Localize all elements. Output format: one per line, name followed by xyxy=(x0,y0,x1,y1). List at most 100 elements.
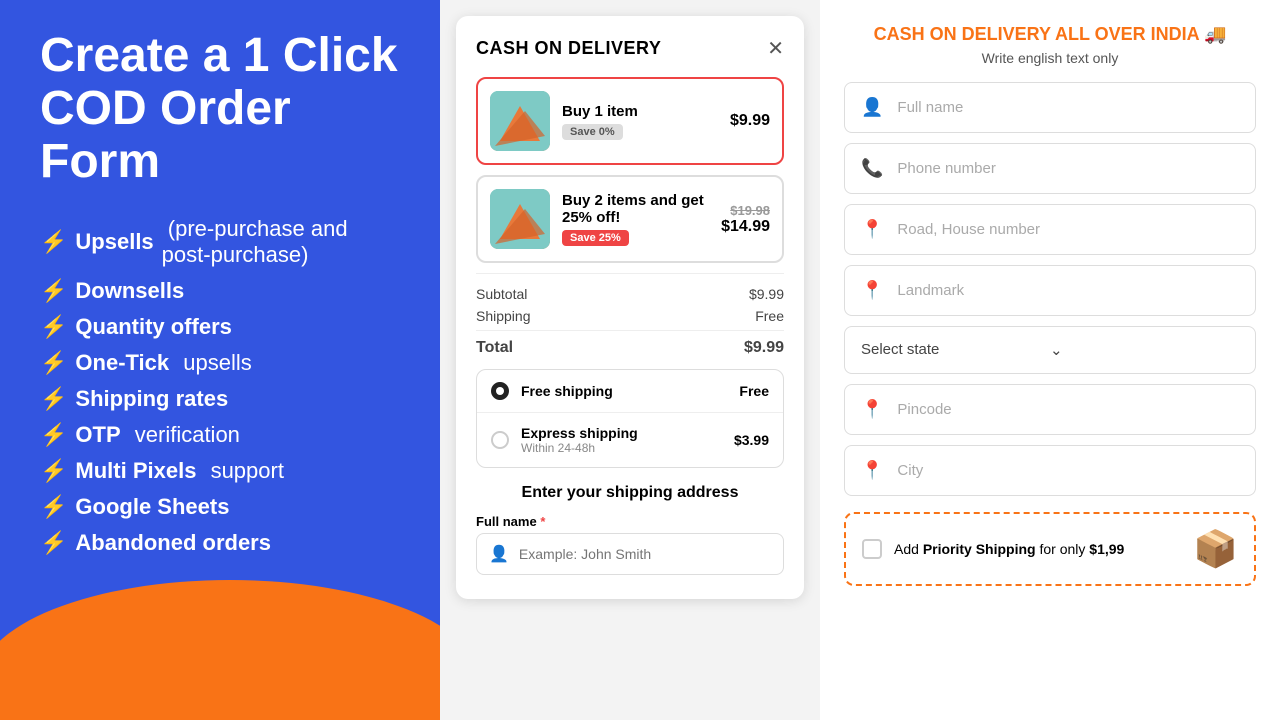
location-icon-3: 📍 xyxy=(861,399,883,420)
bolt-icon: ⚡ xyxy=(40,278,67,304)
bolt-icon: ⚡ xyxy=(40,229,67,255)
product-info-1: Buy 1 item Save 0% xyxy=(562,103,718,140)
total-value: $9.99 xyxy=(744,339,784,357)
address-placeholder: Road, House number xyxy=(897,221,1040,238)
full-name-input[interactable] xyxy=(519,546,771,562)
pincode-field[interactable]: 📍 Pincode xyxy=(844,384,1256,435)
shipping-row: Shipping Free xyxy=(476,308,784,324)
feature-upsells: ⚡ Upsells (pre-purchase and post-purchas… xyxy=(40,216,400,268)
right-header: CASH ON DELIVERY ALL OVER INDIA 🚚 Write … xyxy=(844,24,1256,66)
product-name-1: Buy 1 item xyxy=(562,103,718,120)
free-shipping-label: Free shipping xyxy=(521,383,727,399)
order-summary: Subtotal $9.99 Shipping Free Total $9.99 xyxy=(476,273,784,357)
shipping-option-express[interactable]: Express shipping Within 24-48h $3.99 xyxy=(477,413,783,467)
right-panel: CASH ON DELIVERY ALL OVER INDIA 🚚 Write … xyxy=(820,0,1280,720)
priority-text-after: for only xyxy=(1036,541,1090,557)
radio-express[interactable] xyxy=(491,431,509,449)
feature-otp: ⚡ OTP verification xyxy=(40,422,400,448)
location-icon-2: 📍 xyxy=(861,280,883,301)
address-section: Enter your shipping address Full name * … xyxy=(476,468,784,579)
bolt-icon: ⚡ xyxy=(40,350,67,376)
priority-bold: Priority Shipping xyxy=(923,541,1036,557)
state-select[interactable]: Select state ⌄ xyxy=(844,326,1256,374)
subtotal-value: $9.99 xyxy=(749,286,784,302)
total-row: Total $9.99 xyxy=(476,330,784,357)
bolt-icon: ⚡ xyxy=(40,386,67,412)
pincode-placeholder: Pincode xyxy=(897,401,951,418)
subtotal-row: Subtotal $9.99 xyxy=(476,286,784,302)
full-name-placeholder-right: Full name xyxy=(897,99,963,116)
feature-sheets: ⚡ Google Sheets xyxy=(40,494,400,520)
bolt-icon: ⚡ xyxy=(40,314,67,340)
priority-shipping-box[interactable]: Add Priority Shipping for only $1,99 📦 xyxy=(844,512,1256,586)
radio-free[interactable] xyxy=(491,382,509,400)
chevron-down-icon: ⌄ xyxy=(1050,341,1239,359)
landmark-field[interactable]: 📍 Landmark xyxy=(844,265,1256,316)
left-panel: Create a 1 Click COD Order Form ⚡ Upsell… xyxy=(0,0,440,720)
location-icon-1: 📍 xyxy=(861,219,883,240)
shipping-value: Free xyxy=(755,308,784,324)
save-badge-2: Save 25% xyxy=(562,230,629,246)
product-option-2[interactable]: Buy 2 items and get 25% off! Save 25% $1… xyxy=(476,175,784,263)
express-shipping-label: Express shipping Within 24-48h xyxy=(521,425,722,455)
shipping-label: Shipping xyxy=(476,308,531,324)
city-placeholder: City xyxy=(897,462,923,479)
subtotal-label: Subtotal xyxy=(476,286,527,302)
address-title: Enter your shipping address xyxy=(476,484,784,502)
priority-checkbox[interactable] xyxy=(862,539,882,559)
close-button[interactable]: ✕ xyxy=(767,36,784,61)
person-icon: 👤 xyxy=(489,544,509,564)
bolt-icon: ⚡ xyxy=(40,458,67,484)
product-info-2: Buy 2 items and get 25% off! Save 25% xyxy=(562,192,709,246)
full-name-field[interactable]: 👤 xyxy=(476,533,784,575)
shipping-options: Free shipping Free Express shipping With… xyxy=(476,369,784,468)
main-heading: Create a 1 Click COD Order Form xyxy=(40,30,400,188)
feature-shipping: ⚡ Shipping rates xyxy=(40,386,400,412)
orange-blob xyxy=(0,580,440,720)
box-icon: 📦 xyxy=(1193,528,1238,570)
person-icon-right: 👤 xyxy=(861,97,883,118)
express-shipping-price: $3.99 xyxy=(734,432,769,448)
modal-title: CASH ON DELIVERY xyxy=(476,38,661,59)
priority-price: $1,99 xyxy=(1089,541,1124,557)
feature-pixels: ⚡ Multi Pixels support xyxy=(40,458,400,484)
location-icon-4: 📍 xyxy=(861,460,883,481)
original-price-2: $19.98 xyxy=(721,203,770,218)
priority-text: Add Priority Shipping for only $1,99 xyxy=(894,541,1181,557)
free-shipping-price: Free xyxy=(739,383,769,399)
phone-field[interactable]: 📞 Phone number xyxy=(844,143,1256,194)
bolt-icon: ⚡ xyxy=(40,422,67,448)
product-name-2: Buy 2 items and get 25% off! xyxy=(562,192,709,226)
bolt-icon: ⚡ xyxy=(40,494,67,520)
required-marker: * xyxy=(540,514,545,529)
city-field[interactable]: 📍 City xyxy=(844,445,1256,496)
product-image-2 xyxy=(490,189,550,249)
full-name-field-right[interactable]: 👤 Full name xyxy=(844,82,1256,133)
feature-onetick: ⚡ One-Tick upsells xyxy=(40,350,400,376)
right-subtitle: Write english text only xyxy=(844,50,1256,66)
right-title: CASH ON DELIVERY ALL OVER INDIA 🚚 xyxy=(844,24,1256,46)
feature-abandoned: ⚡ Abandoned orders xyxy=(40,530,400,556)
cod-modal: CASH ON DELIVERY ✕ Buy 1 item Save 0% $9… xyxy=(456,16,804,599)
product-option-1[interactable]: Buy 1 item Save 0% $9.99 xyxy=(476,77,784,165)
state-placeholder: Select state xyxy=(861,341,1050,358)
landmark-placeholder: Landmark xyxy=(897,282,964,299)
middle-panel: CASH ON DELIVERY ✕ Buy 1 item Save 0% $9… xyxy=(440,0,820,720)
full-name-label: Full name * xyxy=(476,514,784,529)
total-label: Total xyxy=(476,339,513,357)
feature-list: ⚡ Upsells (pre-purchase and post-purchas… xyxy=(40,216,400,556)
bolt-icon: ⚡ xyxy=(40,530,67,556)
modal-header: CASH ON DELIVERY ✕ xyxy=(476,36,784,61)
shipping-option-free[interactable]: Free shipping Free xyxy=(477,370,783,413)
priority-text-before: Add xyxy=(894,541,923,557)
phone-placeholder: Phone number xyxy=(897,160,995,177)
phone-icon: 📞 xyxy=(861,158,883,179)
discounted-price-2: $14.99 xyxy=(721,218,770,235)
save-badge-1: Save 0% xyxy=(562,124,623,140)
feature-quantity: ⚡ Quantity offers xyxy=(40,314,400,340)
product-price-1: $9.99 xyxy=(730,112,770,130)
product-price-2: $19.98 $14.99 xyxy=(721,203,770,236)
feature-downsells: ⚡ Downsells xyxy=(40,278,400,304)
address-field[interactable]: 📍 Road, House number xyxy=(844,204,1256,255)
product-image-1 xyxy=(490,91,550,151)
